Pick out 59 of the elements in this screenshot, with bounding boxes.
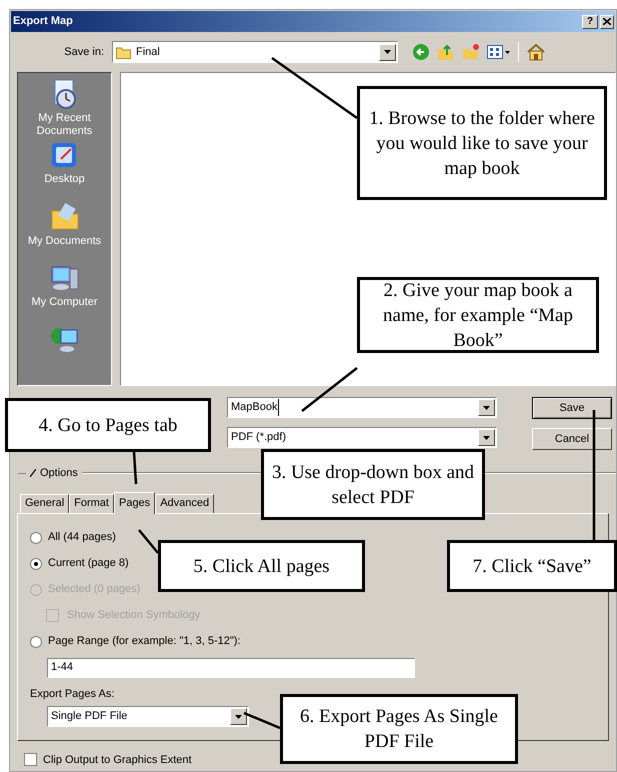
export-pages-as-label: Export Pages As: (30, 686, 116, 702)
close-button[interactable] (600, 14, 614, 28)
folder-up-icon[interactable] (437, 43, 455, 61)
callout-text: 5. Click All pages (193, 554, 330, 578)
caret-icon (483, 406, 490, 410)
places-item[interactable]: Desktop (20, 139, 110, 201)
dropdown-arrow-button[interactable] (478, 399, 495, 416)
save-in-value: Final (136, 44, 160, 60)
radio-label: All (44 pages) (48, 530, 116, 546)
places-label: My Recent Documents (36, 112, 94, 138)
places-item[interactable]: My Documents (20, 200, 110, 262)
places-label: My Computer (30, 296, 99, 310)
tab[interactable]: Advanced (155, 494, 214, 512)
file-name-field[interactable]: MapBook (227, 397, 497, 418)
home-icon[interactable] (526, 43, 546, 61)
dropdown-arrow-button[interactable] (478, 429, 495, 446)
callout-text: 6. Export Pages As Single PDF File (299, 705, 499, 754)
new-folder-icon[interactable] (462, 43, 480, 61)
save-in-dropdown[interactable]: Final (112, 41, 398, 63)
help-button[interactable]: ? (582, 14, 598, 28)
tab[interactable]: Format (69, 494, 114, 512)
callout-text: 2. Give your map book a name, for example “Map Book” (382, 278, 574, 352)
callout-text: 3. Use drop-down box and select PDF (270, 460, 476, 510)
radio-label: Page Range (for example: "1, 3, 5-12"): (48, 634, 240, 650)
collapse-icon[interactable] (30, 469, 36, 478)
close-icon (603, 18, 611, 25)
radio-button[interactable] (30, 558, 42, 570)
places-item[interactable]: My Recent Documents (20, 78, 110, 140)
dropdown-arrow-button[interactable] (230, 708, 247, 725)
dropdown-arrow-button[interactable] (379, 44, 396, 60)
folder-icon (116, 46, 132, 58)
places-label: My Documents (26, 234, 102, 248)
caret-icon (235, 714, 242, 718)
save-in-label: Save in: (63, 44, 105, 60)
back-icon[interactable] (412, 43, 430, 61)
view-menu-icon[interactable] (487, 44, 511, 60)
options-label[interactable]: Options (40, 465, 78, 482)
file-type-dropdown[interactable]: PDF (*.pdf) (227, 427, 497, 448)
callout-text: 1. Browse to the folder where you would like to save your map book (368, 106, 596, 180)
radio-label: Current (page 8) (48, 556, 129, 572)
checkbox[interactable] (24, 753, 37, 766)
file-name-value: MapBook (231, 399, 280, 416)
radio-button[interactable] (30, 532, 42, 544)
export-pages-as-dropdown[interactable]: Single PDF File (47, 706, 249, 727)
caret-icon (483, 436, 490, 440)
caret-icon (384, 50, 391, 54)
tab[interactable]: General (20, 494, 70, 512)
cancel-button[interactable]: Cancel (532, 428, 612, 450)
leader-line (301, 367, 358, 412)
tab[interactable]: Pages (114, 492, 156, 514)
radio-button[interactable] (30, 636, 42, 648)
page-range-field[interactable]: 1-44 (47, 658, 415, 678)
places-label: Desktop (43, 173, 86, 186)
save-button[interactable]: Save (532, 397, 612, 419)
callout-text: 7. Click “Save” (472, 554, 592, 578)
window-title: Export Map (13, 14, 73, 30)
places-item[interactable]: My Computer (20, 262, 110, 324)
callout-text: 4. Go to Pages tab (38, 414, 178, 438)
checkbox-label: Clip Output to Graphics Extent (43, 752, 192, 768)
